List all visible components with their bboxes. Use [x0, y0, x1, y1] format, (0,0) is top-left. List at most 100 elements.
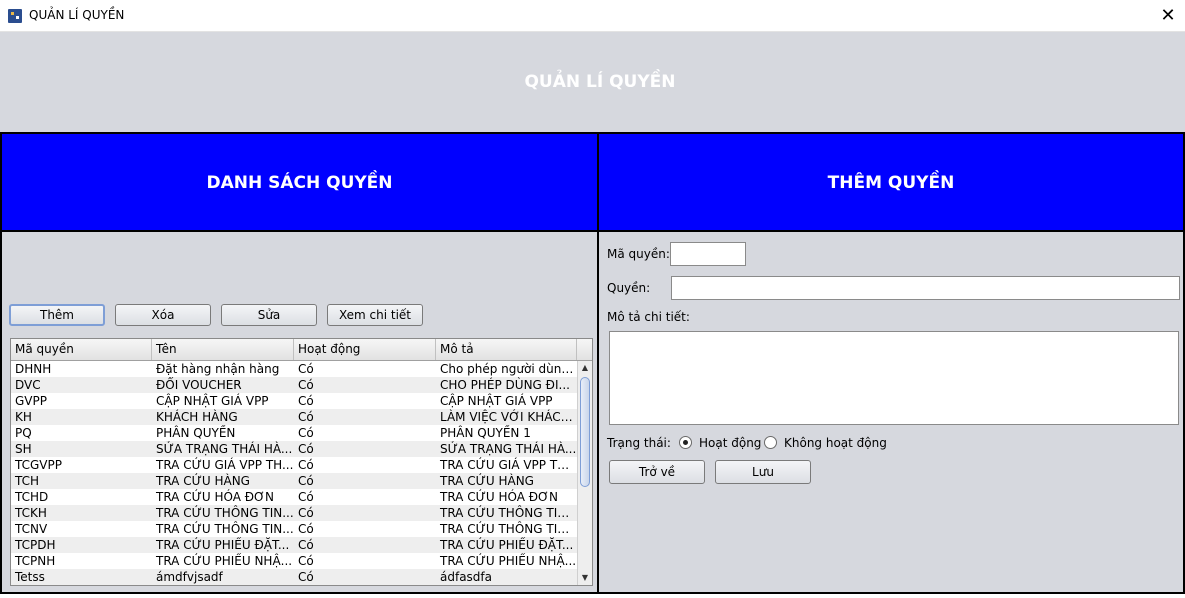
table-row[interactable]: TCHD TRA CỨU HÓA ĐƠN Có TRA CỨU HÓA ĐƠN [11, 489, 577, 505]
cell-name: TRA CỨU PHIẾU ĐẶT... [156, 538, 290, 552]
cell-description: ádfasdfa [440, 570, 492, 584]
permission-table: Mã quyền Tên Hoạt động Mô tả DHNH Đặt hàn… [10, 338, 593, 586]
cell-active: Có [298, 554, 314, 568]
cell-name: TRA CỨU PHIẾU NHẬ... [156, 554, 293, 568]
description-label: Mô tả chi tiết: [607, 310, 690, 324]
status-inactive-radio[interactable] [764, 436, 777, 449]
save-button[interactable]: Lưu [715, 460, 811, 484]
cell-name: PHÂN QUYỀN [156, 426, 236, 440]
cell-active: Có [298, 426, 314, 440]
cell-description: CẬP NHẬT GIÁ VPP [440, 394, 553, 408]
table-row[interactable]: TCKH TRA CỨU THÔNG TIN... Có TRA CỨU THÔNG … [11, 505, 577, 521]
add-permission-title: THÊM QUYỀN [599, 134, 1183, 232]
cell-name: SỬA TRẠNG THÁI HÀ... [156, 442, 293, 456]
table-row[interactable]: Tetss ámdfvjsadf Có ádfasdfa [11, 569, 577, 585]
cell-active: Có [298, 442, 314, 456]
cell-description: TRA CỨU PHIẾU NHẬ... [440, 554, 577, 568]
cell-active: Có [298, 362, 314, 376]
cell-code: PQ [15, 426, 32, 440]
cell-name: CẬP NHẬT GIÁ VPP [156, 394, 269, 408]
description-textarea[interactable] [609, 331, 1179, 425]
cell-code: TCPNH [15, 554, 56, 568]
view-details-button[interactable]: Xem chi tiết [327, 304, 423, 326]
table-row[interactable]: TCGVPP TRA CỨU GIÁ VPP TH... Có TRA CỨU GIÁ… [11, 457, 577, 473]
table-row[interactable]: SH SỬA TRẠNG THÁI HÀ... Có SỬA TRẠNG THÁI H… [11, 441, 577, 457]
cell-active: Có [298, 458, 314, 472]
edit-button[interactable]: Sửa [221, 304, 317, 326]
cell-description: TRA CỨU PHIẾU ĐẶT... [440, 538, 574, 552]
cell-code: SH [15, 442, 32, 456]
cell-code: KH [15, 410, 32, 424]
delete-button[interactable]: Xóa [115, 304, 211, 326]
cell-code: TCNV [15, 522, 48, 536]
cell-code: Tetss [15, 570, 45, 584]
cell-active: Có [298, 490, 314, 504]
column-header-active[interactable]: Hoạt động [294, 339, 436, 360]
cell-name: TRA CỨU GIÁ VPP TH... [156, 458, 294, 472]
cell-active: Có [298, 522, 314, 536]
column-header-code[interactable]: Mã quyền [11, 339, 152, 360]
cell-code: GVPP [15, 394, 47, 408]
cell-code: TCGVPP [15, 458, 62, 472]
cell-active: Có [298, 394, 314, 408]
cell-active: Có [298, 570, 314, 584]
page-header: QUẢN LÍ QUYỀN [0, 32, 1185, 132]
permission-name-input[interactable] [671, 276, 1180, 300]
cell-active: Có [298, 378, 314, 392]
scroll-down-icon[interactable]: ▼ [578, 571, 592, 585]
column-header-name[interactable]: Tên [152, 339, 294, 360]
table-body: DHNH Đặt hàng nhận hàng Có Cho phép người d… [11, 361, 577, 585]
cell-code: DHNH [15, 362, 52, 376]
status-label: Trạng thái: [607, 436, 671, 450]
status-active-label[interactable]: Hoạt động [699, 436, 761, 450]
window-title: QUẢN LÍ QUYỀN [29, 8, 125, 22]
add-button[interactable]: Thêm [9, 304, 105, 326]
cell-name: KHÁCH HÀNG [156, 410, 238, 424]
cell-name: TRA CỨU HÓA ĐƠN [156, 490, 274, 504]
cell-code: TCH [15, 474, 40, 488]
code-input[interactable] [670, 242, 746, 266]
table-header: Mã quyền Tên Hoạt động Mô tả [11, 339, 592, 361]
cell-code: DVC [15, 378, 41, 392]
cell-name: Đặt hàng nhận hàng [156, 362, 280, 376]
table-row[interactable]: DVC ĐỔI VOUCHER Có CHO PHÉP DÙNG ĐI... [11, 377, 577, 393]
cell-code: TCKH [15, 506, 47, 520]
cell-name: ĐỔI VOUCHER [156, 378, 242, 392]
status-active-radio[interactable] [679, 436, 692, 449]
table-row[interactable]: TCPDH TRA CỨU PHIẾU ĐẶT... Có TRA CỨU PHIẾU… [11, 537, 577, 553]
table-row[interactable]: GVPP CẬP NHẬT GIÁ VPP Có CẬP NHẬT GIÁ VPP [11, 393, 577, 409]
scroll-thumb[interactable] [580, 377, 590, 487]
permission-name-label: Quyền: [607, 281, 651, 295]
close-icon[interactable]: ✕ [1151, 0, 1185, 31]
cell-description: TRA CỨU THÔNG TIN... [440, 506, 577, 520]
cell-active: Có [298, 506, 314, 520]
cell-active: Có [298, 538, 314, 552]
cell-name: TRA CỨU THÔNG TIN... [156, 522, 294, 536]
table-row[interactable]: TCH TRA CỨU HÀNG Có TRA CỨU HÀNG [11, 473, 577, 489]
cell-description: PHÂN QUYỀN 1 [440, 426, 531, 440]
table-row[interactable]: TCPNH TRA CỨU PHIẾU NHẬ... Có TRA CỨU PHIẾU… [11, 553, 577, 569]
table-row[interactable]: PQ PHÂN QUYỀN Có PHÂN QUYỀN 1 [11, 425, 577, 441]
table-row[interactable]: KH KHÁCH HÀNG Có LÀM VIỆC VỚI KHÁCH... [11, 409, 577, 425]
cell-name: TRA CỨU HÀNG [156, 474, 250, 488]
table-row[interactable]: DHNH Đặt hàng nhận hàng Có Cho phép người d… [11, 361, 577, 377]
code-label: Mã quyền: [607, 247, 670, 261]
table-scrollbar[interactable]: ▲ ▼ [577, 361, 592, 585]
cell-description: Cho phép người dùng... [440, 362, 577, 376]
cell-name: TRA CỨU THÔNG TIN... [156, 506, 294, 520]
cell-description: TRA CỨU HÓA ĐƠN [440, 490, 558, 504]
status-inactive-label[interactable]: Không hoạt động [784, 436, 887, 450]
back-button[interactable]: Trở về [609, 460, 705, 484]
window-titlebar: QUẢN LÍ QUYỀN ✕ [0, 0, 1185, 32]
permission-list-title: DANH SÁCH QUYỀN [2, 134, 597, 232]
cell-description: CHO PHÉP DÙNG ĐI... [440, 378, 570, 392]
column-header-description[interactable]: Mô tả [436, 339, 577, 360]
table-row[interactable]: TCNV TRA CỨU THÔNG TIN... Có TRA CỨU THÔNG … [11, 521, 577, 537]
app-icon [8, 9, 22, 23]
scroll-up-icon[interactable]: ▲ [578, 361, 592, 375]
cell-active: Có [298, 474, 314, 488]
cell-code: TCPDH [15, 538, 56, 552]
add-permission-panel: THÊM QUYỀN Mã quyền: Quyền: Mô tả chi ti… [598, 132, 1185, 594]
cell-description: TRA CỨU THÔNG TIN... [440, 522, 577, 536]
cell-code: TCHD [15, 490, 49, 504]
